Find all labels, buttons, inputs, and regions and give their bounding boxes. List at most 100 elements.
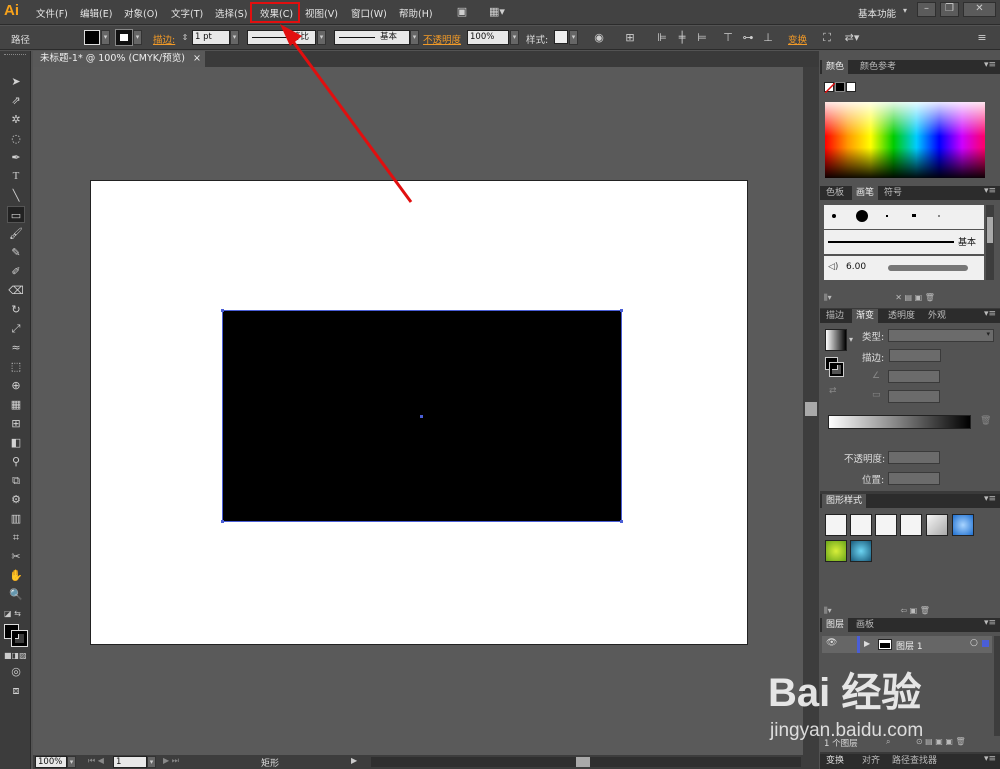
layers-footer-icons[interactable]: ⌕ ⊙ ▤ ▣ ▣ 🗑 [886,737,966,747]
rotate-tool-icon[interactable]: ↻ [7,301,25,318]
tab-artboards[interactable]: 画板 [852,618,878,632]
black-swatch[interactable] [835,82,845,92]
style-default[interactable] [825,514,847,536]
menu-edit[interactable]: 编辑(E) [80,6,112,20]
layer-target-icon[interactable]: ○ [970,638,978,648]
close-button[interactable]: ✕ [963,2,996,17]
gradient-stroke-box[interactable] [829,362,844,377]
tab-transparency[interactable]: 透明度 [884,309,919,323]
tab-layers[interactable]: 图层 [822,618,849,632]
color-mode-icons[interactable]: ■◨▨ [4,651,27,660]
stroke-weight-dropdown-icon[interactable]: ▾ [230,30,239,45]
artboard-dropdown-icon[interactable]: ▾ [147,756,156,768]
gradient-slider[interactable] [828,415,971,429]
transform-link[interactable]: 变换 [788,32,807,46]
align-left-icon[interactable]: ⊫ [654,30,670,46]
style-white[interactable] [875,514,897,536]
envelope-options-icon[interactable]: ⇄▾ [842,30,862,46]
align-bottom-icon[interactable]: ⊥ [760,30,776,46]
horizontal-scrollbar[interactable] [371,757,801,767]
align-middle-icon[interactable]: ⊶ [740,30,756,46]
horizontal-scroll-thumb[interactable] [576,757,590,767]
brush-flat-dot[interactable] [912,214,916,217]
gradient-opacity-input[interactable] [888,451,940,464]
bottom-panel-menu-icon[interactable]: ▾≡ [984,754,996,764]
layers-panel-menu-icon[interactable]: ▾≡ [984,618,996,628]
gradient-thumb-dropdown-icon[interactable]: ▾ [849,335,853,344]
none-swatch[interactable] [824,82,835,93]
pen-tool-icon[interactable]: ✒ [7,149,25,166]
vertical-scrollbar[interactable] [803,67,819,755]
fill-dropdown-icon[interactable]: ▾ [101,30,110,45]
screen-mode-icon[interactable]: ⧈ [7,682,25,699]
brushes-footer-icons[interactable]: ⫼▾ ✕ ▤ ▣ 🗑 [824,293,935,303]
brush-small-dot[interactable] [832,214,836,218]
graphic-styles-footer-icons[interactable]: ⫼▾ ⇦ ▣ 🗑 [824,606,930,616]
perspective-grid-tool-icon[interactable]: ▦ [7,396,25,413]
anchor-bottom-left[interactable] [221,520,224,523]
graphic-style-swatch[interactable] [554,30,568,44]
symbol-sprayer-tool-icon[interactable]: ⚙ [7,491,25,508]
layer-name[interactable]: 图层 1 [896,639,923,652]
tab-color-guide[interactable]: 颜色参考 [856,60,900,74]
eyedropper-tool-icon[interactable]: ⚲ [7,453,25,470]
align-center-icon[interactable]: ╪ [674,30,690,46]
slice-tool-icon[interactable]: ✂ [7,548,25,565]
menu-window[interactable]: 窗口(W) [351,6,387,20]
style-blue-glow[interactable] [952,514,974,536]
tab-align[interactable]: 对齐 [858,754,884,768]
gradient-panel-menu-icon[interactable]: ▾≡ [984,309,996,319]
vertical-scroll-thumb[interactable] [805,402,817,416]
tab-symbols[interactable]: 符号 [880,186,906,200]
stroke-color-box[interactable] [11,630,28,647]
bridge-icon[interactable]: ▣ [454,4,470,20]
gradient-stroke-options[interactable] [889,349,941,362]
artboard-nav-last-icon[interactable]: ▶ ⏭ [163,756,179,766]
stroke-stepper-icon[interactable]: ⇕ [177,30,193,46]
artboard[interactable] [90,180,748,645]
anchor-bottom-right[interactable] [620,520,623,523]
rectangle-tool-icon[interactable]: ▭ [7,206,25,223]
anchor-top-right[interactable] [620,309,623,312]
graphic-styles-menu-icon[interactable]: ▾≡ [984,494,996,504]
stroke-weight-input[interactable]: 1 pt [192,30,230,45]
style-shadow[interactable] [926,514,948,536]
tab-graphic-styles[interactable]: 图形样式 [822,494,867,508]
zoom-level-input[interactable]: 100% [35,756,67,768]
tab-appearance[interactable]: 外观 [924,309,950,323]
style-blue-pattern[interactable] [850,540,872,562]
menu-file[interactable]: 文件(F) [36,6,68,20]
anchor-top-left[interactable] [221,309,224,312]
gradient-delete-stop-icon[interactable]: 🗑 [980,416,991,426]
style-default-stroke[interactable] [850,514,872,536]
tab-gradient[interactable]: 渐变 [852,309,879,323]
menu-object[interactable]: 对象(O) [124,6,158,20]
selection-tool-icon[interactable]: ➤ [7,73,25,90]
status-menu-icon[interactable]: ▶ [351,756,357,765]
blob-brush-tool-icon[interactable]: ✐ [7,263,25,280]
layer-row[interactable]: 👁 ▶ 图层 1 ○ [822,636,992,653]
color-panel-menu-icon[interactable]: ▾≡ [984,60,996,70]
stroke-color-swatch[interactable] [115,29,133,46]
restore-button[interactable]: ❐ [940,2,959,17]
toolbar-grip[interactable] [4,54,26,57]
free-transform-tool-icon[interactable]: ⬚ [7,358,25,375]
brush-calligraphic-row[interactable]: ◁) 6.00 [824,256,984,280]
workspace-dropdown-icon[interactable]: ▾ [903,6,907,15]
opacity-label[interactable]: 不透明度 [423,32,461,46]
tab-stroke[interactable]: 描边 [822,309,848,323]
gradient-tool-icon[interactable]: ◧ [7,434,25,451]
style-dropdown-icon[interactable]: ▾ [569,30,578,45]
workspace-switcher[interactable]: 基本功能 [858,6,896,20]
gradient-reverse-icon[interactable]: ⇄ [829,386,837,396]
menu-view[interactable]: 视图(V) [305,6,338,20]
blend-tool-icon[interactable]: ⧉ [7,472,25,489]
lasso-tool-icon[interactable]: ◌ [7,130,25,147]
style-none-fill[interactable] [900,514,922,536]
brushes-panel-menu-icon[interactable]: ▾≡ [984,186,996,196]
stroke-dropdown-icon[interactable]: ▾ [133,30,142,45]
gradient-thumbnail[interactable] [825,329,847,351]
layers-scrollbar[interactable] [994,636,1000,736]
minimize-button[interactable]: – [917,2,936,17]
selected-black-rectangle[interactable] [221,309,623,523]
